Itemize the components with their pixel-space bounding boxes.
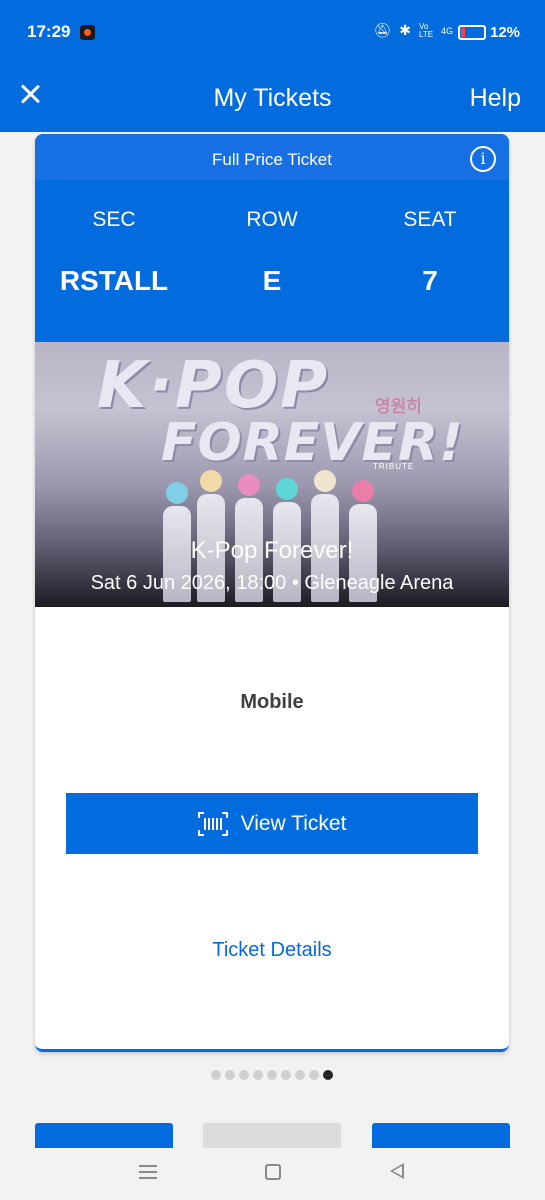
status-icons: 🔕︎ ✱ Vo LTE 4G [373,22,453,39]
section-label: SEC [92,208,136,231]
row-value: E [262,265,282,296]
view-ticket-button[interactable]: View Ticket [66,793,478,854]
barcode-scan-icon [197,811,228,836]
volte-icon: Vo LTE [418,21,434,39]
app-header: My Tickets Help [0,62,545,132]
row-label: ROW [246,208,298,231]
help-link[interactable]: Help [470,84,521,113]
ticket-details-link[interactable]: Ticket Details [35,939,509,962]
view-ticket-label: View Ticket [240,811,347,835]
event-logo-korean: 영원히 [375,397,422,416]
pager-dot[interactable] [281,1070,291,1080]
back-icon[interactable] [390,1163,404,1179]
pager-dot[interactable] [309,1070,319,1080]
seat-label: SEAT [403,208,457,231]
recent-apps-icon[interactable] [139,1165,157,1179]
section-column: SEC RSTALL [35,208,193,297]
bluetooth-icon: ✱ [399,22,411,38]
system-nav-bar [0,1148,545,1200]
seat-value: 7 [422,265,438,296]
pager-dot[interactable] [323,1070,333,1080]
notification-app-icon [80,25,95,40]
signal-4g-icon: 4G [440,25,453,36]
page-title: My Tickets [213,84,332,112]
battery-percent: 12% [490,24,521,41]
ticket-type-bar: Full Price Ticket i [35,134,509,180]
status-bar: 17:29 🔕︎ ✱ Vo LTE 4G 12% [0,0,545,62]
info-icon[interactable]: i [470,146,496,172]
seat-column: SEAT 7 [351,208,509,297]
battery-icon [458,25,486,40]
section-value: RSTALL [59,265,169,296]
status-time: 17:29 [27,22,71,41]
event-date-venue: Sat 6 Jun 2026, 18:00 • Gleneagle Arena [90,572,454,594]
delivery-method-label: Mobile [240,691,304,713]
event-title: K-Pop Forever! [190,537,354,564]
home-icon[interactable] [265,1164,281,1180]
pager-dot[interactable] [239,1070,249,1080]
pager-dot[interactable] [211,1070,221,1080]
pager-dot[interactable] [267,1070,277,1080]
pager-dot[interactable] [295,1070,305,1080]
ticket-seat-panel: Full Price Ticket i SEC RSTALL ROW E SEA… [35,134,509,342]
pager-dot[interactable] [253,1070,263,1080]
ticket-card: Full Price Ticket i SEC RSTALL ROW E SEA… [35,134,509,1052]
row-column: ROW E [193,208,351,297]
event-banner-image: K·POP FOREVER! 영원히 TRIBUTE K-Pop Forever… [35,342,509,607]
ticket-pager [211,1070,333,1080]
ticket-type-label: Full Price Ticket [212,150,332,169]
pager-dot[interactable] [225,1070,235,1080]
mute-icon: 🔕︎ [373,22,392,38]
